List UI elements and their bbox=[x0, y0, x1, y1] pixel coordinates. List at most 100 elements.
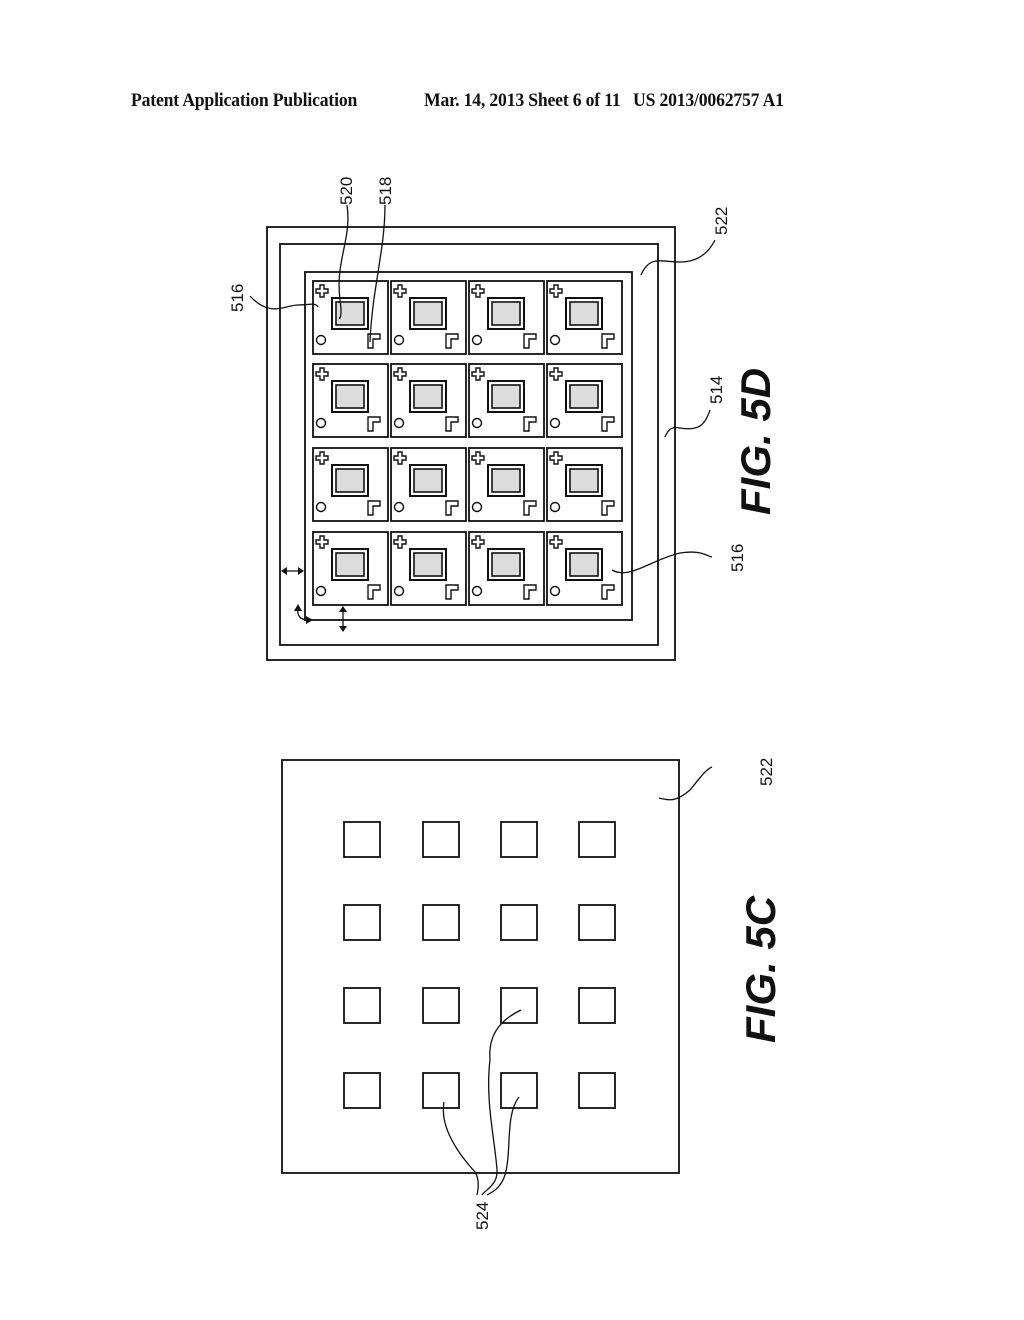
opening-square bbox=[343, 904, 381, 941]
cross-mark-icon bbox=[393, 284, 407, 298]
die-cell bbox=[312, 280, 389, 355]
shaded-die bbox=[491, 468, 521, 493]
cross-mark-icon bbox=[393, 535, 407, 549]
die-cell bbox=[312, 531, 389, 606]
leader-522-5d bbox=[640, 239, 716, 276]
cross-mark-icon bbox=[549, 451, 563, 465]
ref-524: 524 bbox=[473, 1202, 492, 1230]
cross-mark-icon bbox=[471, 535, 485, 549]
cross-mark-icon bbox=[315, 535, 329, 549]
corner-mark-icon bbox=[367, 500, 381, 516]
die-cell bbox=[390, 531, 467, 606]
cross-mark-icon bbox=[315, 284, 329, 298]
leader-522-5c bbox=[658, 766, 713, 801]
cross-mark-icon bbox=[471, 451, 485, 465]
cross-mark-icon bbox=[471, 284, 485, 298]
corner-mark-icon bbox=[601, 584, 615, 600]
die-cell bbox=[312, 447, 389, 522]
shaded-die bbox=[413, 552, 443, 577]
opening-square bbox=[500, 1072, 538, 1109]
die-cell bbox=[546, 280, 623, 355]
circle-mark-icon bbox=[471, 585, 483, 597]
figure-5c: 522 524 FIG. 5C bbox=[281, 758, 784, 1230]
corner-mark-icon bbox=[445, 333, 459, 349]
opening-square bbox=[343, 1072, 381, 1109]
circle-mark-icon bbox=[471, 417, 483, 429]
opening-square bbox=[422, 1072, 460, 1109]
die-cell bbox=[546, 447, 623, 522]
circle-mark-icon bbox=[315, 417, 327, 429]
ref-518: 518 bbox=[376, 177, 395, 205]
die-cell bbox=[468, 363, 545, 438]
ref-522-5d: 522 bbox=[712, 207, 731, 235]
shaded-die bbox=[413, 468, 443, 493]
corner-mark-icon bbox=[601, 500, 615, 516]
corner-mark-icon bbox=[523, 333, 537, 349]
opening-square bbox=[343, 987, 381, 1024]
ref-522-5c: 522 bbox=[757, 758, 776, 786]
circle-mark-icon bbox=[549, 585, 561, 597]
leader-524-a bbox=[442, 1101, 479, 1196]
opening-square bbox=[343, 821, 381, 858]
circle-mark-icon bbox=[393, 501, 405, 513]
die-cell bbox=[546, 363, 623, 438]
shaded-die bbox=[569, 552, 599, 577]
circle-mark-icon bbox=[393, 334, 405, 346]
corner-mark-icon bbox=[523, 416, 537, 432]
corner-mark-icon bbox=[523, 584, 537, 600]
opening-square bbox=[500, 904, 538, 941]
cell-grid bbox=[312, 280, 623, 606]
figure-label-5c: FIG. 5C bbox=[737, 895, 784, 1043]
circle-mark-icon bbox=[549, 417, 561, 429]
die-cell bbox=[468, 280, 545, 355]
shaded-die bbox=[491, 552, 521, 577]
circle-mark-icon bbox=[549, 501, 561, 513]
cross-mark-icon bbox=[549, 367, 563, 381]
opening-square bbox=[578, 904, 616, 941]
frame-plate-outline bbox=[281, 759, 680, 1174]
leader-518 bbox=[369, 204, 386, 343]
opening-square bbox=[500, 821, 538, 858]
die-cell bbox=[468, 447, 545, 522]
shaded-die bbox=[491, 384, 521, 409]
ref-516-top: 516 bbox=[228, 284, 247, 312]
leader-516-bottom bbox=[611, 551, 713, 574]
circle-mark-icon bbox=[393, 417, 405, 429]
circle-mark-icon bbox=[393, 585, 405, 597]
opening-square bbox=[422, 821, 460, 858]
circle-mark-icon bbox=[549, 334, 561, 346]
figure-5d: 520 518 516 522 514 516 FIG. 5D bbox=[228, 177, 779, 661]
circle-mark-icon bbox=[471, 501, 483, 513]
shaded-die bbox=[413, 301, 443, 326]
ref-514: 514 bbox=[707, 376, 726, 404]
cross-mark-icon bbox=[393, 367, 407, 381]
die-cell bbox=[468, 531, 545, 606]
ref-516-bottom: 516 bbox=[728, 544, 747, 572]
die-cell bbox=[390, 447, 467, 522]
opening-grid bbox=[343, 821, 616, 1109]
cross-mark-icon bbox=[315, 367, 329, 381]
circle-mark-icon bbox=[315, 334, 327, 346]
opening-square bbox=[578, 821, 616, 858]
shaded-die bbox=[569, 384, 599, 409]
patent-drawing: 520 518 516 522 514 516 FIG. 5D 522 524 … bbox=[228, 177, 784, 1230]
leader-516-top bbox=[249, 295, 319, 310]
circle-mark-icon bbox=[315, 585, 327, 597]
opening-square bbox=[578, 1072, 616, 1109]
leader-524-b-top bbox=[489, 1009, 522, 1061]
corner-mark-icon bbox=[523, 500, 537, 516]
ref-520: 520 bbox=[337, 177, 356, 205]
cross-mark-icon bbox=[549, 535, 563, 549]
opening-square bbox=[578, 987, 616, 1024]
opening-square bbox=[422, 987, 460, 1024]
shaded-die bbox=[335, 384, 365, 409]
die-cell bbox=[312, 363, 389, 438]
cross-mark-icon bbox=[315, 451, 329, 465]
cross-mark-icon bbox=[471, 367, 485, 381]
leader-514 bbox=[664, 409, 711, 438]
corner-mark-icon bbox=[445, 416, 459, 432]
shaded-die bbox=[569, 468, 599, 493]
leader-524-c bbox=[486, 1096, 520, 1196]
corner-mark-icon bbox=[601, 416, 615, 432]
cross-mark-icon bbox=[549, 284, 563, 298]
